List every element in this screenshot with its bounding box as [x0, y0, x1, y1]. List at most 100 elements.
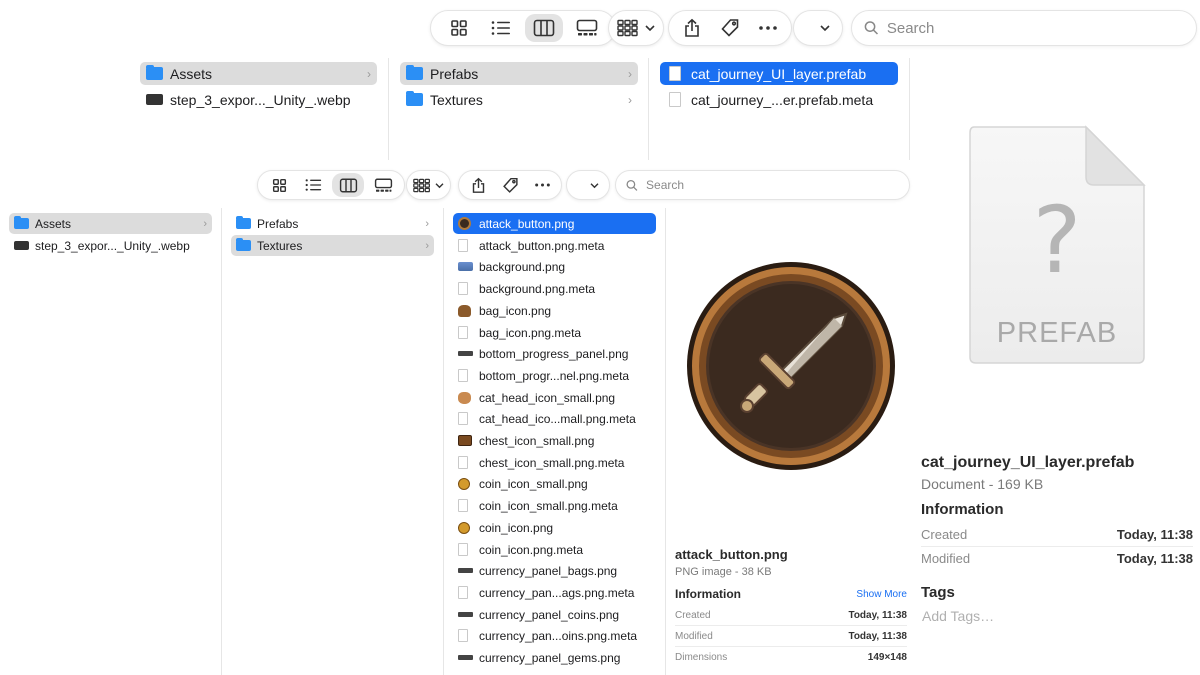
search-field[interactable]: [615, 170, 910, 200]
item-label: Prefabs: [430, 65, 479, 82]
tag-button[interactable]: [713, 14, 747, 42]
row-divider: [921, 546, 1193, 547]
column-view-button[interactable]: [332, 173, 364, 197]
document-icon: [458, 239, 468, 252]
item-label: bag_icon.png: [479, 303, 552, 318]
file-item[interactable]: attack_button.png: [453, 213, 656, 234]
item-label: currency_pan...oins.png.meta: [479, 628, 638, 643]
gallery-view-button[interactable]: [569, 14, 605, 42]
file-item[interactable]: cat_head_icon_small.png: [453, 387, 656, 408]
list-item-prefabs[interactable]: Prefabs ›: [231, 213, 434, 234]
item-label: Textures: [430, 91, 483, 108]
file-item[interactable]: attack_button.png.meta: [453, 235, 656, 256]
gallery-view-button[interactable]: [368, 173, 398, 197]
more-icon: [759, 26, 777, 30]
extra-menu-button[interactable]: [566, 170, 610, 200]
document-icon: [669, 92, 681, 107]
show-more-link[interactable]: Show More: [830, 589, 907, 600]
more-actions-button[interactable]: [527, 173, 557, 197]
file-item[interactable]: coin_icon_small.png.meta: [453, 495, 656, 516]
search-field[interactable]: [851, 10, 1197, 46]
file-item[interactable]: cat_head_ico...mall.png.meta: [453, 408, 656, 429]
column-divider: [388, 58, 389, 160]
file-item[interactable]: bottom_progress_panel.png: [453, 343, 656, 364]
list-icon: [491, 21, 510, 35]
item-label: background.png.meta: [479, 281, 596, 296]
file-item[interactable]: background.png: [453, 256, 656, 277]
cat-thumbnail-icon: [458, 391, 471, 404]
file-item[interactable]: coin_icon.png.meta: [453, 539, 656, 560]
group-grid-icon: [617, 19, 638, 37]
icon-view-button[interactable]: [264, 173, 294, 197]
item-label: Assets: [170, 65, 213, 82]
share-button[interactable]: [675, 14, 709, 42]
created-value: Today, 11:38: [848, 610, 907, 621]
gallery-icon: [576, 19, 598, 36]
icon-view-button[interactable]: [441, 14, 477, 42]
tag-icon: [721, 19, 739, 37]
group-by-menu[interactable]: [406, 170, 451, 200]
image-file-icon: [14, 241, 29, 250]
chevron-down-icon: [645, 25, 655, 32]
search-icon: [626, 179, 638, 191]
bg-thumbnail-icon: [458, 262, 473, 271]
tag-icon: [502, 177, 518, 193]
list-item-prefabs[interactable]: Prefabs ›: [400, 62, 638, 85]
row-divider: [675, 646, 907, 647]
file-item[interactable]: currency_pan...ags.png.meta: [453, 582, 656, 603]
attack-thumbnail-icon: [458, 217, 471, 230]
list-view-button[interactable]: [483, 14, 519, 42]
chevron-right-icon: ›: [628, 92, 632, 107]
tag-button[interactable]: [495, 173, 525, 197]
file-item[interactable]: coin_icon_small.png: [453, 473, 656, 494]
folder-icon: [406, 65, 423, 80]
file-item[interactable]: currency_panel_coins.png: [453, 604, 656, 625]
file-item[interactable]: bag_icon.png.meta: [453, 322, 656, 343]
file-item[interactable]: chest_icon_small.png.meta: [453, 452, 656, 473]
search-input[interactable]: [646, 178, 899, 192]
folder-icon: [406, 91, 423, 106]
file-item[interactable]: currency_panel_gems.png: [453, 647, 656, 668]
bar-thumbnail-icon: [458, 568, 473, 573]
more-actions-button[interactable]: [751, 14, 785, 42]
document-icon: [458, 586, 468, 599]
chevron-right-icon: ›: [628, 66, 632, 81]
list-item-textures[interactable]: Textures ›: [400, 88, 638, 111]
list-item-webp[interactable]: step_3_expor..._Unity_.webp: [140, 88, 377, 111]
file-item[interactable]: coin_icon.png: [453, 517, 656, 538]
list-item-assets[interactable]: Assets ›: [140, 62, 377, 85]
view-mode-group: [257, 170, 405, 200]
file-item[interactable]: chest_icon_small.png: [453, 430, 656, 451]
share-icon: [685, 18, 699, 37]
file-item[interactable]: currency_pan...oins.png.meta: [453, 625, 656, 646]
search-input[interactable]: [886, 19, 1184, 37]
item-label: coin_icon.png.meta: [479, 542, 584, 557]
item-label: chest_icon_small.png: [479, 433, 595, 448]
extra-menu-button[interactable]: [793, 10, 843, 46]
file-item[interactable]: background.png.meta: [453, 278, 656, 299]
row-divider: [675, 625, 907, 626]
list-item-textures[interactable]: Textures ›: [231, 235, 434, 256]
file-item[interactable]: currency_panel_bags.png: [453, 560, 656, 581]
attack-button-preview: [684, 260, 898, 472]
list-item-prefab-file[interactable]: cat_journey_UI_layer.prefab: [660, 62, 898, 85]
columns-icon: [533, 19, 555, 37]
add-tags-field[interactable]: Add Tags…: [922, 608, 994, 624]
file-item[interactable]: bag_icon.png: [453, 300, 656, 321]
document-icon: [458, 369, 468, 382]
share-button[interactable]: [463, 173, 493, 197]
question-mark-glyph: ?: [1032, 187, 1082, 294]
bar-thumbnail-icon: [458, 612, 473, 617]
file-item[interactable]: bottom_progr...nel.png.meta: [453, 365, 656, 386]
image-file-icon: [146, 94, 163, 105]
document-icon: [458, 543, 468, 556]
group-by-menu[interactable]: [608, 10, 664, 46]
preview-filename: cat_journey_UI_layer.prefab: [921, 454, 1135, 471]
folder-icon: [14, 216, 29, 229]
item-label: bag_icon.png.meta: [479, 325, 582, 340]
list-item-assets[interactable]: Assets ›: [9, 213, 212, 234]
list-item-prefab-meta[interactable]: cat_journey_...er.prefab.meta: [660, 88, 898, 111]
list-item-webp[interactable]: step_3_expor..._Unity_.webp: [9, 235, 212, 256]
list-view-button[interactable]: [298, 173, 328, 197]
column-view-button[interactable]: [525, 14, 563, 42]
